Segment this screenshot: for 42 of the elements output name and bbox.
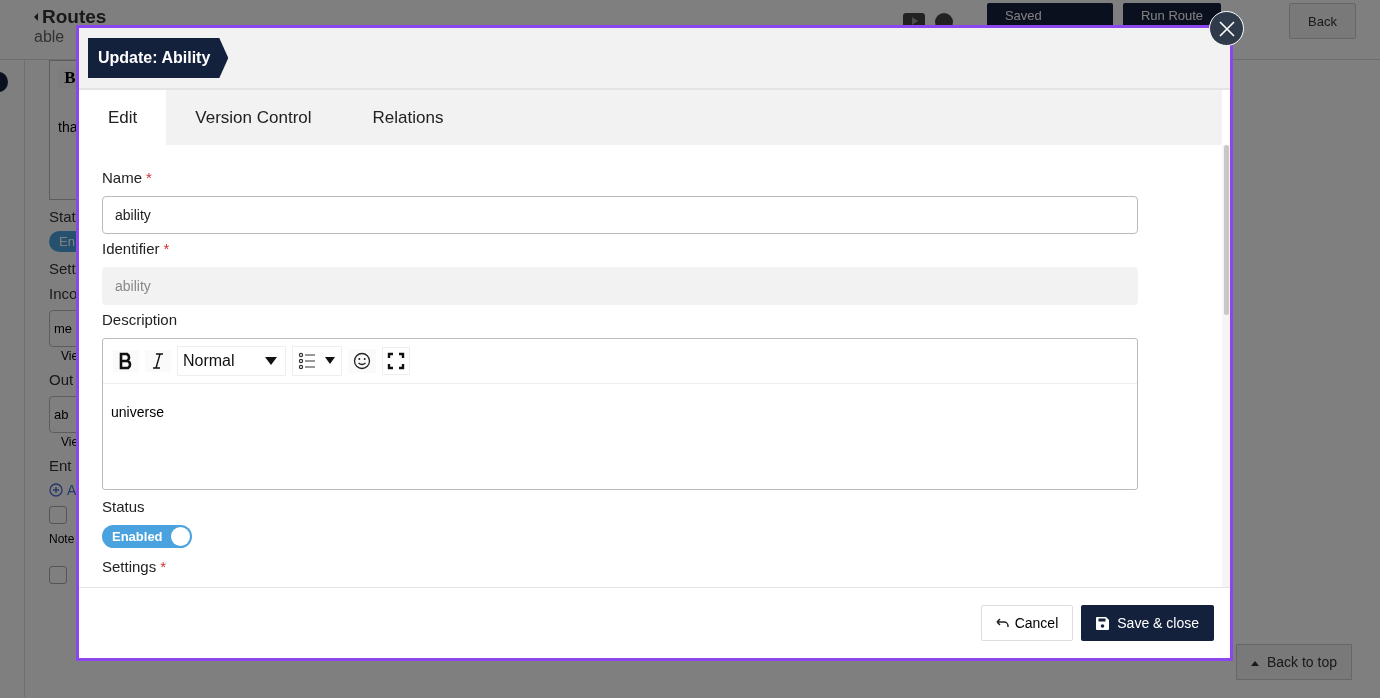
tab[interactable]: Relations xyxy=(340,90,473,145)
field-label: Settings xyxy=(102,558,157,575)
add-icon[interactable] xyxy=(49,483,63,497)
required-mark: * xyxy=(163,240,170,257)
save-close-button[interactable]: Save & close xyxy=(1081,605,1214,641)
fullscreen-icon[interactable] xyxy=(381,347,410,375)
list-dropdown-icon[interactable] xyxy=(291,346,342,376)
undo-icon xyxy=(995,618,1009,628)
caret-icon xyxy=(34,13,38,21)
field-label: Out xyxy=(49,371,74,388)
field-label: Identifier xyxy=(102,240,160,257)
page-subtitle: able xyxy=(34,28,66,46)
field-label: Sett xyxy=(49,260,76,277)
tab[interactable]: Version Control xyxy=(166,90,341,145)
caret-icon xyxy=(264,357,277,365)
field-label: Description xyxy=(102,311,178,328)
required-mark: * xyxy=(146,169,152,186)
input-field[interactable]: ability xyxy=(102,196,1138,234)
field-label: Status xyxy=(102,498,145,515)
save-icon xyxy=(1096,616,1110,630)
back-button[interactable]: Back xyxy=(1289,3,1356,39)
back-to-top-button[interactable]: Back to top xyxy=(1235,644,1352,680)
tab[interactable]: Edit xyxy=(79,90,167,145)
close-icon xyxy=(1216,18,1237,39)
checkbox[interactable] xyxy=(49,566,67,584)
add-link[interactable]: A xyxy=(67,482,77,498)
field-label: Ent xyxy=(49,457,72,474)
checkbox[interactable] xyxy=(49,506,67,524)
field-label: Stat xyxy=(49,208,76,225)
rich-text-editor[interactable]: Normal universe xyxy=(102,338,1138,490)
page-title: Routes xyxy=(42,6,107,28)
modal-title: Update: Ability xyxy=(88,38,229,78)
scrollbar-thumb[interactable] xyxy=(1223,145,1229,315)
field-label: Name xyxy=(102,169,142,186)
required-mark: * xyxy=(160,558,167,575)
field-label: Inco xyxy=(49,285,78,302)
editor-text: tha xyxy=(58,119,79,135)
note-label: Note xyxy=(49,532,75,546)
editor-text: universe xyxy=(111,404,164,420)
format-dropdown[interactable]: Normal xyxy=(177,346,286,376)
cancel-button[interactable]: Cancel xyxy=(980,605,1074,641)
status-toggle[interactable]: Enabled xyxy=(102,525,192,548)
